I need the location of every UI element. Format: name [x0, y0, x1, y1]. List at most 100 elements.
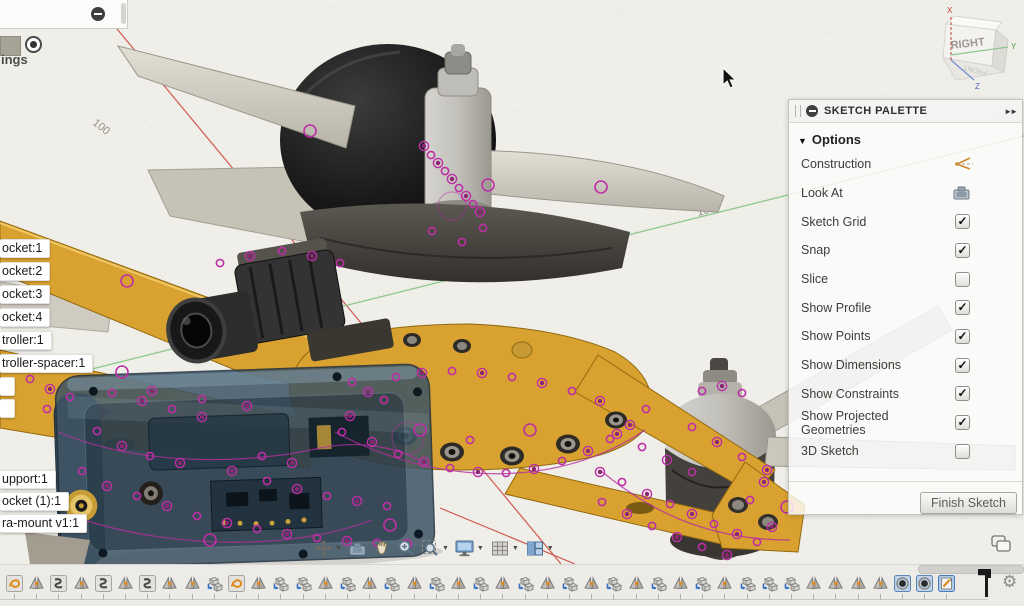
display-settings-dropdown-arrow[interactable]: ▼ [477, 545, 484, 552]
timeline-item-component[interactable] [694, 575, 711, 592]
panel-grip-icon[interactable] [795, 105, 801, 117]
timeline-item-component[interactable] [339, 575, 356, 592]
grid-snaps-dropdown-arrow[interactable]: ▼ [512, 545, 519, 552]
pan-tool-icon[interactable] [370, 537, 394, 559]
sketch-point[interactable] [165, 504, 169, 508]
snap-checkbox[interactable]: ✓ [955, 243, 970, 258]
timeline-item-joint[interactable] [872, 575, 889, 592]
timeline-item-joint[interactable] [827, 575, 844, 592]
timeline-item-component[interactable] [383, 575, 400, 592]
comment-icon[interactable] [991, 535, 1013, 554]
zoom-tool-icon[interactable] [394, 537, 418, 559]
browser-label[interactable]: ocket:2 [0, 262, 50, 281]
sketch-point[interactable] [618, 478, 625, 485]
viewports-tool-icon[interactable] [523, 537, 547, 559]
timeline-item-as-built-joint[interactable] [95, 575, 112, 592]
orbit-dropdown-arrow[interactable]: ▼ [335, 545, 342, 552]
sketch-point[interactable] [120, 444, 124, 448]
propeller-blade-main-right[interactable] [465, 150, 724, 212]
lookat-icon[interactable] [952, 185, 974, 201]
scrollbar-thumb[interactable] [121, 3, 126, 24]
timeline-item-joint[interactable] [28, 575, 45, 592]
sketch-point[interactable] [598, 399, 602, 403]
look-at-tool-icon[interactable] [346, 537, 370, 559]
sketch-point[interactable] [476, 470, 480, 474]
show-projected-geometries-checkbox[interactable]: ✓ [955, 415, 970, 430]
timeline-item-joint[interactable] [361, 575, 378, 592]
timeline-item-joint[interactable] [161, 575, 178, 592]
timeline-item-joint[interactable] [73, 575, 90, 592]
sketch-point[interactable] [715, 440, 719, 444]
timeline-item-joint[interactable] [317, 575, 334, 592]
fit-dropdown-arrow[interactable]: ▼ [442, 545, 449, 552]
sketch-point[interactable] [532, 467, 536, 471]
sketch-point[interactable] [420, 371, 424, 375]
sketch-point[interactable] [366, 390, 370, 394]
timeline-settings-gear-icon[interactable]: ⚙ [1002, 573, 1017, 590]
timeline-item-component[interactable] [428, 575, 445, 592]
timeline-item-component[interactable] [561, 575, 578, 592]
sketch-point[interactable] [295, 487, 299, 491]
sketch-point[interactable] [645, 492, 649, 496]
sketch-point[interactable] [290, 461, 294, 465]
timeline-item-active-sketch[interactable] [938, 575, 955, 592]
sketch-point[interactable] [725, 553, 729, 557]
radio-button-icon[interactable] [25, 36, 42, 53]
timeline-item-joint[interactable] [494, 575, 511, 592]
sketch-palette-header[interactable]: SKETCH PALETTE ►► [789, 100, 1022, 123]
sketch-point[interactable] [140, 399, 144, 403]
viewports-dropdown-arrow[interactable]: ▼ [547, 545, 554, 552]
sketch-point[interactable] [370, 440, 374, 444]
timeline-item-component[interactable] [650, 575, 667, 592]
sketch-point[interactable] [586, 449, 590, 453]
show-dimensions-checkbox[interactable]: ✓ [955, 358, 970, 373]
sketch-point[interactable] [348, 414, 352, 418]
sketch-point[interactable] [105, 484, 109, 488]
sketch-point[interactable] [422, 460, 426, 464]
timeline-item-component[interactable] [761, 575, 778, 592]
sketch-point[interactable] [762, 480, 766, 484]
timeline-item-sketch[interactable] [6, 575, 23, 592]
timeline-item-as-built-joint[interactable] [50, 575, 67, 592]
sketch-point[interactable] [248, 254, 252, 258]
sketch-point[interactable] [690, 512, 694, 516]
orbit-tool-icon[interactable] [311, 537, 335, 559]
electronics-case[interactable] [53, 363, 444, 564]
sketch-point[interactable] [625, 512, 629, 516]
sketch-point[interactable] [615, 432, 619, 436]
browser-label[interactable]: ra-mount v1:1 [0, 514, 87, 533]
browser-label[interactable]: troller-spacer:1 [0, 354, 93, 373]
sketch-point[interactable] [675, 535, 679, 539]
timeline-item-joint[interactable] [628, 575, 645, 592]
timeline-item-joint[interactable] [672, 575, 689, 592]
slice-checkbox[interactable] [955, 272, 970, 287]
sketch-point[interactable] [200, 415, 204, 419]
timeline-item-joint[interactable] [583, 575, 600, 592]
sketch-point[interactable] [178, 461, 182, 465]
timeline-item-joint[interactable] [716, 575, 733, 592]
timeline-item-joint[interactable] [406, 575, 423, 592]
timeline-item-joint[interactable] [850, 575, 867, 592]
3d-sketch-checkbox[interactable] [955, 444, 970, 459]
browser-label[interactable] [0, 377, 15, 396]
sketch-point[interactable] [285, 532, 289, 536]
browser-label[interactable]: upport:1 [0, 470, 56, 489]
browser-label[interactable]: troller:1 [0, 331, 52, 350]
browser-label[interactable]: ocket:1 [0, 239, 50, 258]
timeline-item-as-built-joint[interactable] [139, 575, 156, 592]
sketch-point[interactable] [735, 532, 739, 536]
timeline-item-joint[interactable] [250, 575, 267, 592]
timeline-item-joint[interactable] [805, 575, 822, 592]
finish-sketch-button[interactable]: Finish Sketch [920, 492, 1017, 514]
timeline-item-component[interactable] [783, 575, 800, 592]
timeline-item-component[interactable] [206, 575, 223, 592]
propeller-blade-main-left[interactable] [118, 46, 355, 148]
collapse-icon[interactable] [91, 7, 105, 21]
timeline-item-component[interactable] [272, 575, 289, 592]
panel-expand-icon[interactable]: ►► [1004, 107, 1016, 116]
browser-label[interactable]: ocket:3 [0, 285, 50, 304]
panel-collapse-icon[interactable] [806, 105, 818, 117]
sketch-point[interactable] [765, 468, 769, 472]
sketch-point[interactable] [422, 144, 426, 148]
sketch-point[interactable] [310, 254, 314, 258]
